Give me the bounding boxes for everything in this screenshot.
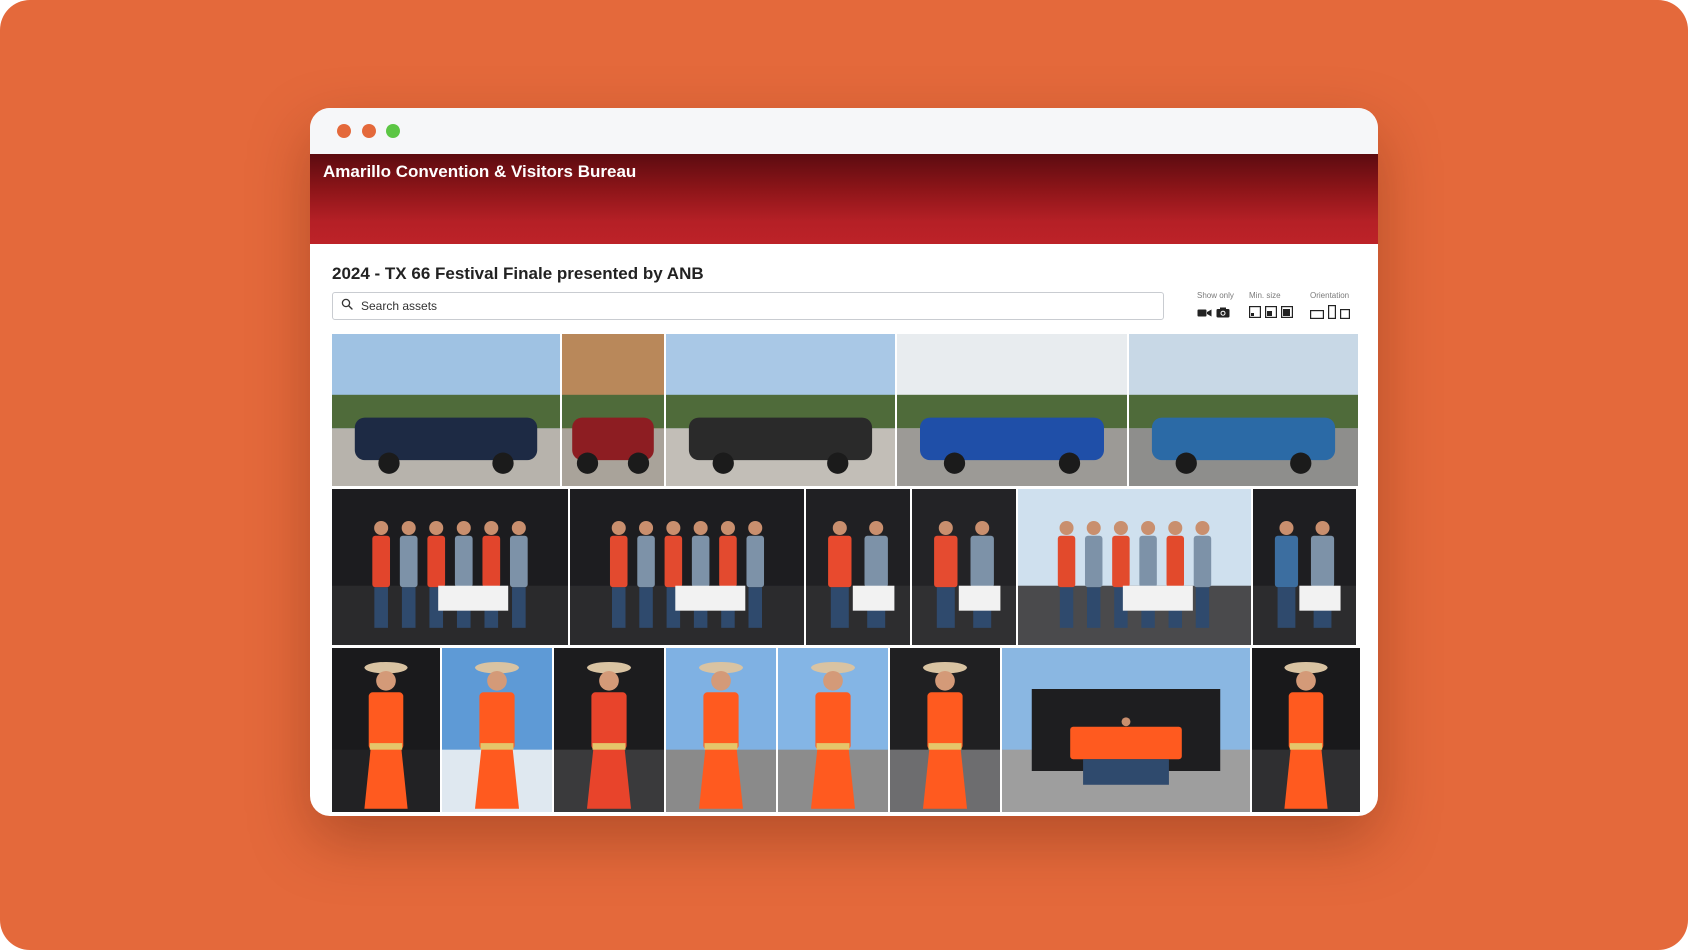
photo-thumbnail-man-award[interactable]: [554, 648, 664, 812]
orientation-options: [1310, 305, 1351, 324]
photo-image: [912, 489, 1016, 645]
portrait-icon[interactable]: [1328, 305, 1337, 324]
photo-thumbnail-group-with-check[interactable]: [332, 489, 568, 645]
search-input[interactable]: [359, 298, 1143, 314]
min-size-label: Min. size: [1249, 291, 1281, 300]
photo-thumbnail-performer-sky[interactable]: [442, 648, 552, 812]
min-size-options: [1249, 305, 1294, 323]
photo-thumbnail-blue-chevy[interactable]: [1129, 334, 1358, 486]
photo-thumbnail-wide-stage[interactable]: [1002, 648, 1250, 812]
photo-row-performer: [332, 648, 1360, 812]
photo-image: [1018, 489, 1251, 645]
header-banner: Amarillo Convention & Visitors Bureau: [310, 154, 1378, 244]
show-only-label: Show only: [1197, 291, 1234, 300]
maximize-window-dot[interactable]: [386, 124, 400, 138]
orientation-filter: Orientation: [1310, 291, 1351, 320]
photo-thumbnail-performer-board[interactable]: [778, 648, 888, 812]
photo-thumbnail-woman-by-building[interactable]: [562, 334, 664, 486]
show-only-filter: Show only: [1197, 291, 1234, 318]
photo-image: [778, 648, 888, 812]
photo-image: [332, 334, 560, 486]
photo-image: [332, 489, 568, 645]
photo-thumbnail-street-crowd[interactable]: [666, 334, 895, 486]
photo-thumbnail-family-check[interactable]: [806, 489, 910, 645]
minimize-window-dot[interactable]: [362, 124, 376, 138]
photo-image: [806, 489, 910, 645]
org-name[interactable]: Amarillo Convention & Visitors Bureau: [323, 162, 636, 182]
video-camera-icon[interactable]: [1197, 305, 1212, 323]
medium-size-icon[interactable]: [1265, 305, 1278, 323]
photo-row-award-stage: [332, 489, 1358, 645]
photo-thumbnail-street-walkers[interactable]: [332, 334, 560, 486]
photo-image: [554, 648, 664, 812]
photo-image: [332, 648, 440, 812]
photo-row-car-show: [332, 334, 1358, 486]
photo-thumbnail-performer-stage[interactable]: [890, 648, 1000, 812]
large-size-icon[interactable]: [1281, 305, 1294, 323]
small-size-icon[interactable]: [1249, 305, 1262, 323]
photo-thumbnail-performer-dark[interactable]: [1252, 648, 1360, 812]
photo-thumbnail-woman-check[interactable]: [1253, 489, 1356, 645]
close-window-dot[interactable]: [337, 124, 351, 138]
photo-thumbnail-performer-point[interactable]: [666, 648, 776, 812]
photo-image: [1002, 648, 1250, 812]
landscape-icon[interactable]: [1310, 306, 1325, 324]
photo-image: [666, 334, 895, 486]
photo-thumbnail-family-pair[interactable]: [912, 489, 1016, 645]
window-chrome: [310, 108, 1378, 154]
photo-image: [570, 489, 804, 645]
asset-grid: [332, 334, 1360, 816]
photo-image: [666, 648, 776, 812]
photo-thumbnail-performer-mic[interactable]: [332, 648, 440, 812]
search-box[interactable]: [332, 292, 1164, 320]
collection-title: 2024 - TX 66 Festival Finale presented b…: [332, 264, 704, 283]
photo-image: [897, 334, 1127, 486]
photo-image: [1253, 489, 1356, 645]
square-icon[interactable]: [1340, 306, 1351, 324]
photo-image: [442, 648, 552, 812]
show-only-options: [1197, 305, 1230, 323]
filter-panel: Show only Min. size Orientation: [1197, 291, 1367, 331]
min-size-filter: Min. size: [1249, 291, 1294, 319]
browser-window: Amarillo Convention & Visitors Bureau 20…: [310, 108, 1378, 816]
photo-camera-icon[interactable]: [1216, 305, 1230, 323]
photo-thumbnail-group-with-check-2[interactable]: [570, 489, 804, 645]
orientation-label: Orientation: [1310, 291, 1350, 300]
photo-thumbnail-blue-cobra[interactable]: [897, 334, 1127, 486]
photo-image: [562, 334, 664, 486]
photo-thumbnail-stage-outdoor[interactable]: [1018, 489, 1251, 645]
photo-image: [890, 648, 1000, 812]
photo-image: [1129, 334, 1358, 486]
photo-image: [1252, 648, 1360, 812]
search-icon: [341, 297, 353, 315]
